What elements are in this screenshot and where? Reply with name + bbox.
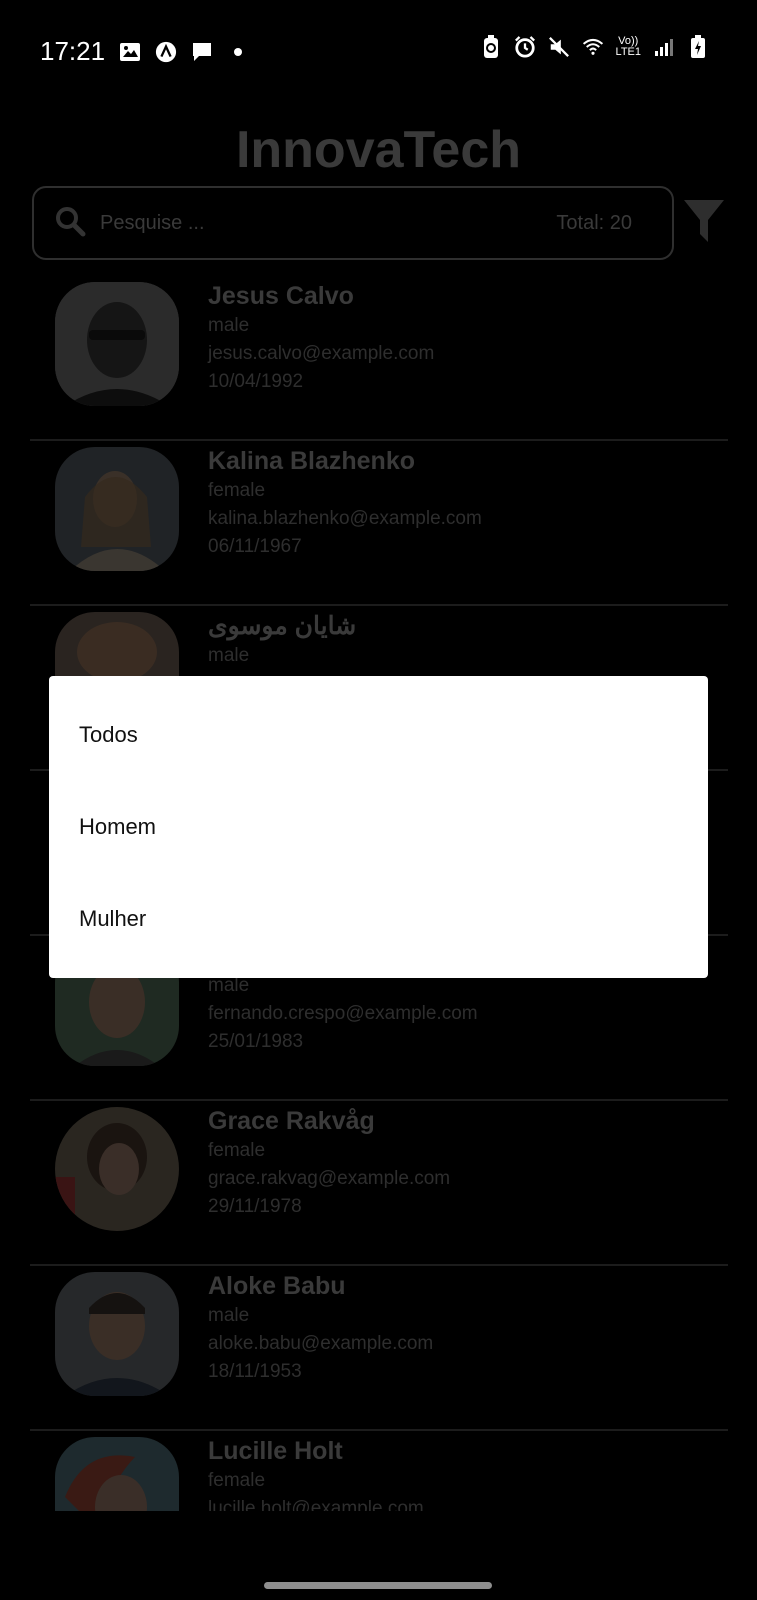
- contact-name: Grace Rakvåg: [208, 1107, 375, 1135]
- contact-date: 29/11/1978: [208, 1196, 302, 1217]
- image-icon: [119, 41, 141, 63]
- contact-gender: female: [208, 1140, 266, 1161]
- avatar: [55, 1272, 179, 1396]
- alarm-icon: [514, 36, 536, 58]
- avatar: [55, 447, 179, 571]
- status-left: 17:21: [40, 36, 249, 67]
- network-lte: LTE1: [615, 46, 641, 58]
- contact-name: Lucille Holt: [208, 1437, 343, 1465]
- contact-email: lucille.holt@example.com: [208, 1498, 424, 1511]
- gender-filter-menu: Todos Homem Mulher: [49, 676, 708, 978]
- app-title: InnovaTech: [235, 121, 522, 179]
- contact-date: 18/11/1953: [208, 1361, 302, 1382]
- app-a-icon: [155, 41, 177, 63]
- contact-name: Jesus Calvo: [208, 282, 354, 310]
- list-item[interactable]: Kalina Blazhenko female kalina.blazhenko…: [30, 441, 728, 606]
- status-bar: 17:21 Vo)) LTE1: [0, 0, 757, 100]
- search-placeholder: Pesquise ...: [100, 211, 205, 234]
- filter-button[interactable]: [680, 196, 728, 250]
- contact-info: Aloke Babu male aloke.babu@example.com 1…: [208, 1270, 433, 1386]
- contact-email: jesus.calvo@example.com: [208, 343, 435, 364]
- menu-item-todos[interactable]: Todos: [49, 689, 708, 781]
- avatar: [55, 1107, 179, 1231]
- home-gesture-handle[interactable]: [264, 1582, 492, 1589]
- search-icon: [54, 205, 86, 242]
- battery-charging-icon: [687, 35, 709, 58]
- contact-email: kalina.blazhenko@example.com: [208, 508, 482, 529]
- list-item[interactable]: Lucille Holt female lucille.holt@example…: [30, 1431, 728, 1511]
- contact-info: Lucille Holt female lucille.holt@example…: [208, 1435, 424, 1511]
- contact-name: Aloke Babu: [208, 1272, 346, 1300]
- contact-info: Kalina Blazhenko female kalina.blazhenko…: [208, 445, 482, 561]
- contact-gender: male: [208, 1305, 250, 1326]
- signal-icon: [653, 36, 675, 58]
- contact-gender: female: [208, 1470, 266, 1491]
- avatar: [55, 1437, 179, 1511]
- status-right: Vo)) LTE1: [480, 35, 717, 58]
- list-item[interactable]: Grace Rakvåg female grace.rakvag@example…: [30, 1101, 728, 1266]
- recycle-icon: [480, 35, 502, 58]
- contact-name: شايان موسوی: [208, 612, 357, 640]
- list-item[interactable]: Jesus Calvo male jesus.calvo@example.com…: [30, 276, 728, 441]
- contact-email: fernando.crespo@example.com: [208, 1003, 478, 1024]
- contact-email: aloke.babu@example.com: [208, 1333, 434, 1354]
- contact-date: 10/04/1992: [208, 371, 304, 392]
- filter-icon: [682, 198, 726, 249]
- contact-gender: male: [208, 315, 250, 336]
- contact-date: 25/01/1983: [208, 1031, 304, 1052]
- list-item[interactable]: Aloke Babu male aloke.babu@example.com 1…: [30, 1266, 728, 1431]
- contact-date: 06/11/1967: [208, 536, 302, 557]
- dot-icon: [227, 41, 249, 63]
- network-indicator: Vo)) LTE1: [616, 36, 641, 58]
- contact-name: Kalina Blazhenko: [208, 447, 415, 475]
- search-input[interactable]: Pesquise ... Total: 20: [32, 186, 674, 260]
- contact-gender: male: [208, 645, 250, 666]
- contact-email: grace.rakvag@example.com: [208, 1168, 451, 1189]
- wifi-icon: [582, 36, 604, 58]
- menu-item-mulher[interactable]: Mulher: [49, 873, 708, 965]
- contact-gender: female: [208, 480, 266, 501]
- status-time: 17:21: [40, 36, 106, 66]
- contact-info: Jesus Calvo male jesus.calvo@example.com…: [208, 280, 434, 396]
- chat-icon: [191, 41, 213, 63]
- avatar: [55, 282, 179, 406]
- mute-icon: [548, 36, 570, 58]
- menu-item-homem[interactable]: Homem: [49, 781, 708, 873]
- contact-info: Grace Rakvåg female grace.rakvag@example…: [208, 1105, 450, 1221]
- total-count: Total: 20: [556, 211, 632, 234]
